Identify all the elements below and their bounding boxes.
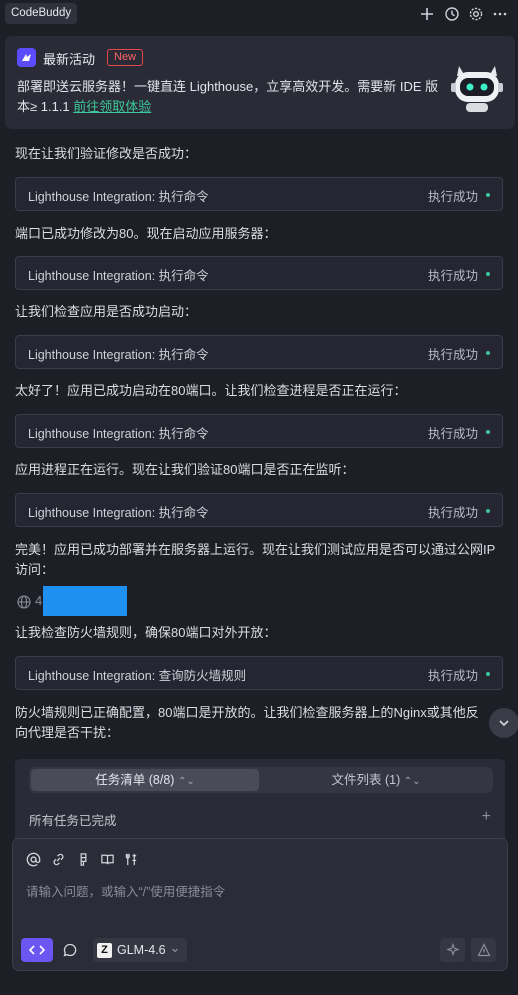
tab-files-label: 文件列表 (1) (331, 773, 401, 787)
link-icon[interactable] (50, 851, 66, 867)
success-dot-icon (486, 672, 490, 676)
app-tab[interactable]: CodeBuddy (5, 3, 78, 24)
tool-call-card[interactable]: Lighthouse Integration: 执行命令 执行成功 (15, 414, 503, 448)
tool-call-status: 执行成功 (427, 506, 478, 520)
tool-call-name: Lighthouse Integration: 查询防火墙规则 (28, 669, 247, 683)
tools-icon[interactable] (123, 851, 139, 867)
tool-call-card[interactable]: Lighthouse Integration: 执行命令 执行成功 (15, 177, 503, 211)
new-badge: New (107, 49, 144, 66)
assistant-message: 现在让我们验证修改是否成功： (15, 146, 198, 161)
task-tabs: 任务清单 (8/8) ⌃⌄ 文件列表 (1) ⌃⌄ (29, 767, 493, 793)
tab-tasks[interactable]: 任务清单 (8/8) ⌃⌄ (31, 769, 259, 791)
tool-call-status: 执行成功 (427, 427, 478, 441)
assistant-message: 端口已成功修改为80。现在启动应用服务器： (15, 226, 277, 241)
robot-mascot-icon (451, 66, 503, 112)
tool-call-name: Lighthouse Integration: 执行命令 (28, 190, 209, 204)
promo-title: 最新活动 (43, 52, 96, 67)
redacted-ip-block (43, 586, 127, 616)
ip-address-text: 4 (35, 593, 43, 608)
assistant-message: 完美！应用已成功部署并在服务器上运行。现在让我们测试应用是否可以通过公网IP访问… (15, 542, 496, 577)
mention-icon[interactable] (25, 851, 41, 867)
tool-call-card[interactable]: Lighthouse Integration: 执行命令 执行成功 (15, 493, 503, 527)
tool-call-name: Lighthouse Integration: 执行命令 (28, 269, 209, 283)
add-task-icon[interactable]: + (482, 808, 491, 826)
plus-icon[interactable] (418, 5, 436, 23)
tool-call-card[interactable]: Lighthouse Integration: 执行命令 执行成功 (15, 256, 503, 290)
tab-files[interactable]: 文件列表 (1) ⌃⌄ (261, 769, 491, 791)
chat-bubble-icon (63, 943, 77, 957)
tab-tasks-label: 任务清单 (8/8) (95, 773, 175, 787)
zhipu-logo-icon: Z (97, 942, 112, 958)
chevron-down-icon (171, 948, 178, 953)
task-status: 所有任务已完成 (29, 814, 117, 828)
scroll-to-bottom-button[interactable] (489, 708, 518, 738)
tool-call-name: Lighthouse Integration: 执行命令 (28, 506, 209, 520)
tool-call-status: 执行成功 (427, 348, 478, 362)
chevron-updown-icon: ⌃⌄ (403, 776, 421, 787)
chevron-updown-icon: ⌃⌄ (177, 776, 195, 787)
promo-text: 部署即送云服务器！一键直连 Lighthouse，立享高效开发。需要新 IDE … (17, 77, 447, 117)
tool-call-card[interactable]: Lighthouse Integration: 查询防火墙规则 执行成功 (15, 656, 503, 690)
book-icon[interactable] (99, 851, 115, 867)
figma-icon[interactable] (75, 851, 91, 867)
more-icon[interactable] (491, 5, 509, 23)
code-icon (29, 945, 45, 955)
tool-call-status: 执行成功 (427, 190, 478, 204)
sparkle-icon (445, 943, 460, 957)
history-icon[interactable] (443, 5, 461, 23)
assistant-message: 让我检查防火墙规则，确保80端口对外开放： (15, 625, 277, 640)
task-panel: 任务清单 (8/8) ⌃⌄ 文件列表 (1) ⌃⌄ 所有任务已完成 + (15, 759, 505, 839)
success-dot-icon (486, 509, 490, 513)
chat-input-box: 请输入问题，或输入“/”使用便捷指令 Z GLM-4.6 (12, 838, 508, 971)
enhance-prompt-button[interactable] (440, 938, 465, 962)
send-icon (477, 943, 490, 957)
tool-call-card[interactable]: Lighthouse Integration: 执行命令 执行成功 (15, 335, 503, 369)
chat-input-field[interactable]: 请输入问题，或输入“/”使用便捷指令 (26, 881, 225, 900)
tool-call-name: Lighthouse Integration: 执行命令 (28, 427, 209, 441)
chevron-down-icon (499, 720, 509, 727)
title-bar: CodeBuddy (0, 0, 518, 30)
promo-link[interactable]: 前往领取体验 (73, 99, 151, 114)
chat-mode-button[interactable] (57, 938, 83, 962)
tool-call-name: Lighthouse Integration: 执行命令 (28, 348, 209, 362)
codebuddy-logo-icon (17, 48, 36, 67)
send-button[interactable] (471, 938, 496, 962)
tool-call-status: 执行成功 (427, 269, 478, 283)
success-dot-icon (486, 430, 490, 434)
code-mode-button[interactable] (21, 938, 53, 962)
assistant-message: 防火墙规则已正确配置，80端口是开放的。让我们检查服务器上的Nginx或其他反向… (15, 705, 479, 740)
tool-call-status: 执行成功 (427, 669, 478, 683)
globe-icon (17, 595, 31, 609)
model-selector[interactable]: Z GLM-4.6 (93, 938, 187, 962)
model-name: GLM-4.6 (117, 943, 166, 957)
success-dot-icon (486, 351, 490, 355)
assistant-message: 太好了！应用已成功启动在80端口。让我们检查进程是否正在运行： (15, 383, 407, 398)
promo-card: 最新活动 New 部署即送云服务器！一键直连 Lighthouse，立享高效开发… (5, 36, 515, 129)
success-dot-icon (486, 193, 490, 197)
assistant-message: 应用进程正在运行。现在让我们验证80端口是否正在监听： (15, 462, 355, 477)
assistant-message: 让我们检查应用是否成功启动： (15, 304, 198, 319)
gear-icon[interactable] (467, 5, 485, 23)
success-dot-icon (486, 272, 490, 276)
